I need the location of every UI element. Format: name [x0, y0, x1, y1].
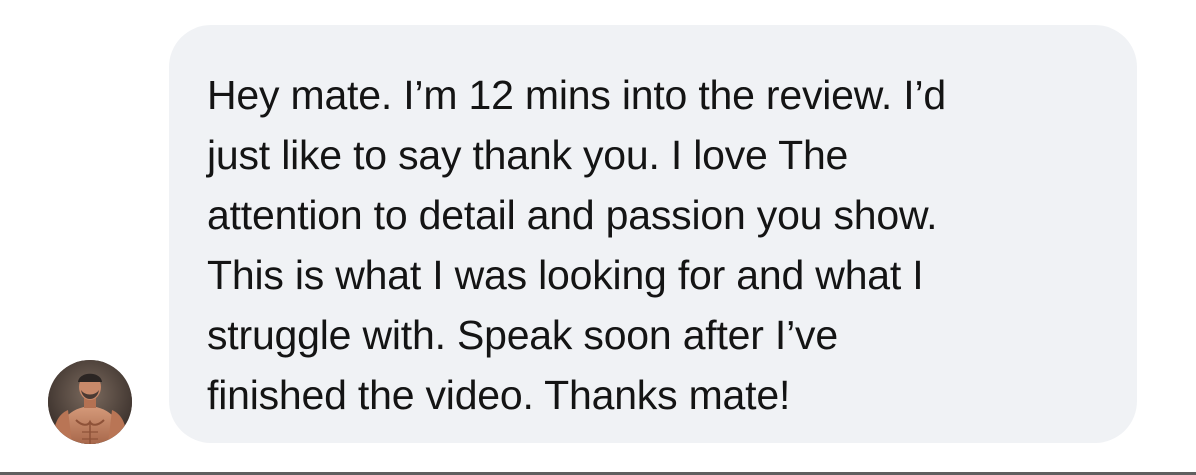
message-text-line: struggle with. Speak soon after I’ve: [207, 312, 838, 358]
message-text-line: finished the video. Thanks mate!: [207, 372, 791, 418]
message-thread: Hey mate. I’m 12 mins into the review. I…: [0, 0, 1196, 475]
message-text-line: just like to say thank you. I love The: [207, 132, 849, 178]
sender-avatar[interactable]: [48, 360, 132, 444]
profile-photo-icon: [48, 360, 132, 444]
message-text-line: Hey mate. I’m 12 mins into the review. I…: [207, 72, 947, 118]
message-text-line: This is what I was looking for and what …: [207, 252, 924, 298]
message-bubble[interactable]: Hey mate. I’m 12 mins into the review. I…: [169, 25, 1137, 443]
message-text-line: attention to detail and passion you show…: [207, 192, 938, 238]
